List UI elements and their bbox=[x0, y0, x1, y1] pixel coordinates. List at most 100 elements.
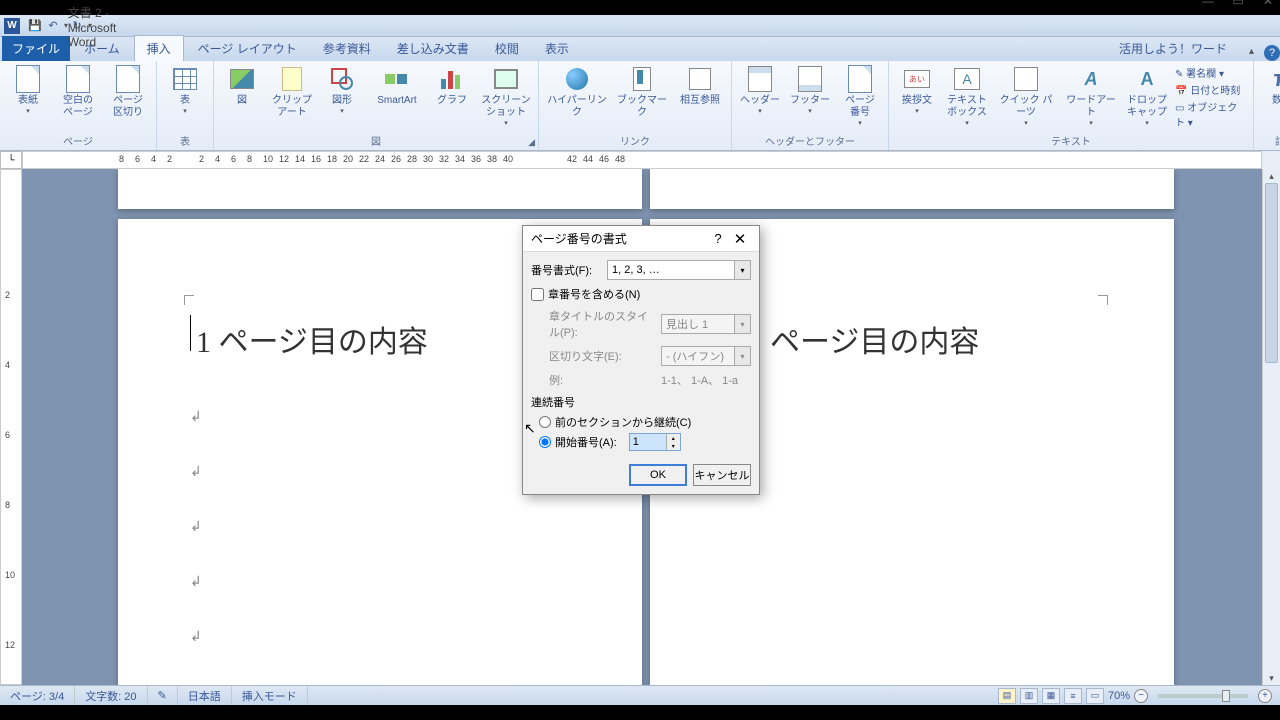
greeting-button[interactable]: あい挨拶文▾ bbox=[895, 63, 939, 115]
maximize-button[interactable]: ▭ bbox=[1230, 0, 1246, 9]
ribbon-tabs: ファイル ホーム 挿入 ページ レイアウト 参考資料 差し込み文書 校閲 表示 … bbox=[0, 37, 1280, 61]
picture-button[interactable]: 図 bbox=[220, 63, 264, 107]
chart-button[interactable]: グラフ bbox=[430, 63, 474, 107]
zoom-out-button[interactable]: − bbox=[1134, 689, 1148, 703]
status-insert-mode[interactable]: 挿入モード bbox=[232, 686, 308, 705]
wordart-button[interactable]: Aワードアート▾ bbox=[1063, 63, 1119, 127]
undo-button[interactable]: ↶ bbox=[44, 17, 62, 35]
group-symbols: π数式▾ Ω記号と 特殊文字▾ 記号と特殊文字 bbox=[1254, 61, 1280, 150]
separator-label: 区切り文字(E): bbox=[549, 348, 657, 364]
tab-references[interactable]: 参考資料 bbox=[311, 36, 383, 61]
page-number-button[interactable]: ページ 番号▾ bbox=[838, 63, 882, 127]
status-language[interactable]: 日本語 bbox=[178, 686, 232, 705]
help-icon[interactable]: ? bbox=[1264, 45, 1280, 61]
scroll-thumb[interactable] bbox=[1265, 183, 1278, 363]
object-button[interactable]: ▭ オブジェクト ▾ bbox=[1175, 99, 1247, 129]
spin-down-icon[interactable]: ▾ bbox=[667, 442, 680, 450]
ribbon: 表紙▾ 空白の ページ ページ 区切り ページ 表▾ 表 図 クリップ アート … bbox=[0, 61, 1280, 151]
group-links: ハイパーリンク ブックマーク 相互参照 リンク bbox=[539, 61, 732, 150]
status-page[interactable]: ページ: 3/4 bbox=[0, 686, 75, 705]
tab-review[interactable]: 校閲 bbox=[483, 36, 531, 61]
status-word-count[interactable]: 文字数: 20 bbox=[75, 686, 147, 705]
group-illustrations: 図 クリップ アート 図形▾ SmartArt グラフ スクリーン ショット▾ … bbox=[214, 61, 539, 150]
blank-page-button[interactable]: 空白の ページ bbox=[56, 63, 100, 119]
dropcap-button[interactable]: Aドロップ キャップ▾ bbox=[1125, 63, 1169, 127]
clipart-button[interactable]: クリップ アート bbox=[270, 63, 314, 119]
cover-page-button[interactable]: 表紙▾ bbox=[6, 63, 50, 115]
cancel-button[interactable]: キャンセル bbox=[693, 464, 751, 486]
text-cursor bbox=[190, 315, 191, 351]
ruler-row: └ 86422468101214161820222426283032343638… bbox=[0, 151, 1280, 169]
bookmark-button[interactable]: ブックマーク bbox=[615, 63, 669, 119]
scroll-down-icon[interactable]: ▾ bbox=[1263, 671, 1280, 685]
equation-button[interactable]: π数式▾ bbox=[1260, 63, 1280, 115]
group-illustrations-label: 図 bbox=[371, 133, 381, 148]
word-app-icon: W bbox=[4, 18, 20, 34]
zoom-percent[interactable]: 70% bbox=[1108, 690, 1130, 702]
header-button[interactable]: ヘッダー▾ bbox=[738, 63, 782, 115]
status-proof-icon[interactable]: ✎ bbox=[148, 686, 178, 705]
hyperlink-button[interactable]: ハイパーリンク bbox=[545, 63, 609, 119]
zoom-in-button[interactable]: + bbox=[1258, 689, 1272, 703]
number-format-label: 番号書式(F): bbox=[531, 262, 603, 278]
shapes-button[interactable]: 図形▾ bbox=[320, 63, 364, 115]
footer-button[interactable]: フッター▾ bbox=[788, 63, 832, 115]
minimize-button[interactable]: — bbox=[1200, 0, 1216, 9]
save-button[interactable]: 💾 bbox=[26, 17, 44, 35]
tab-page-layout[interactable]: ページ レイアウト bbox=[186, 36, 309, 61]
dialog-title: ページ番号の書式 bbox=[531, 230, 707, 247]
group-header-footer-label: ヘッダーとフッター bbox=[765, 133, 855, 148]
spin-up-icon[interactable]: ▴ bbox=[667, 434, 680, 442]
tab-addin[interactable]: 活用しよう！ワード bbox=[1107, 36, 1239, 61]
scroll-up-icon[interactable]: ▴ bbox=[1263, 169, 1280, 183]
dropdown-icon[interactable]: ▾ bbox=[734, 261, 750, 279]
include-chapter-checkbox[interactable]: 章番号を含める(N) bbox=[531, 286, 751, 302]
smartart-button[interactable]: SmartArt bbox=[370, 63, 424, 107]
tab-selector[interactable]: └ bbox=[0, 151, 22, 169]
signature-line-button[interactable]: ✎ 署名欄 ▾ bbox=[1175, 65, 1247, 80]
tab-view[interactable]: 表示 bbox=[533, 36, 581, 61]
status-bar: ページ: 3/4 文字数: 20 ✎ 日本語 挿入モード ▤ ▥ ▦ ≡ ▭ 7… bbox=[0, 685, 1280, 705]
zoom-slider[interactable] bbox=[1158, 694, 1248, 698]
datetime-button[interactable]: 📅 日付と時刻 bbox=[1175, 82, 1247, 97]
close-button[interactable]: ✕ bbox=[1260, 0, 1276, 9]
tab-file[interactable]: ファイル bbox=[2, 36, 70, 61]
view-print-layout-button[interactable]: ▤ bbox=[998, 688, 1016, 704]
start-at-spinner[interactable]: 1 ▴▾ bbox=[629, 433, 681, 451]
quick-access-toolbar: W 💾 ↶ ▾ ↻ ▾ 文書 2 - Microsoft Word — ▭ ✕ bbox=[0, 15, 1280, 37]
view-draft-button[interactable]: ▭ bbox=[1086, 688, 1104, 704]
page2-content: ページ目の内容 bbox=[770, 317, 979, 361]
chapter-style-select: 見出し 1▾ bbox=[661, 314, 751, 334]
chapter-style-label: 章タイトルのスタイル(P): bbox=[549, 308, 657, 340]
view-web-button[interactable]: ▦ bbox=[1042, 688, 1060, 704]
vertical-ruler[interactable]: 24681012 bbox=[0, 169, 22, 685]
example-value: 1-1、 1-A、 1-a bbox=[661, 372, 738, 388]
continue-previous-radio[interactable]: 前のセクションから継続(C) bbox=[539, 414, 751, 430]
view-outline-button[interactable]: ≡ bbox=[1064, 688, 1082, 704]
page-number-format-dialog: ページ番号の書式 ? ✕ 番号書式(F): 1, 2, 3, …▾ 章番号を含め… bbox=[522, 225, 760, 495]
number-format-select[interactable]: 1, 2, 3, …▾ bbox=[607, 260, 751, 280]
textbox-button[interactable]: Aテキスト ボックス▾ bbox=[945, 63, 989, 127]
table-button[interactable]: 表▾ bbox=[163, 63, 207, 115]
dialog-help-icon[interactable]: ? bbox=[707, 229, 729, 249]
tab-insert[interactable]: 挿入 bbox=[134, 35, 184, 61]
cross-reference-button[interactable]: 相互参照 bbox=[675, 63, 725, 107]
illustrations-launcher-icon[interactable]: ◢ bbox=[528, 137, 535, 148]
start-at-radio[interactable]: 開始番号(A): 1 ▴▾ bbox=[539, 433, 751, 451]
separator-select: - (ハイフン)▾ bbox=[661, 346, 751, 366]
screenshot-button[interactable]: スクリーン ショット▾ bbox=[480, 63, 532, 127]
tab-mailings[interactable]: 差し込み文書 bbox=[385, 36, 481, 61]
horizontal-ruler[interactable]: 8642246810121416182022242628303234363840… bbox=[22, 151, 1262, 169]
group-links-label: リンク bbox=[620, 133, 650, 148]
page-break-button[interactable]: ページ 区切り bbox=[106, 63, 150, 119]
dialog-titlebar[interactable]: ページ番号の書式 ? ✕ bbox=[523, 226, 759, 252]
group-symbols-label: 記号と特殊文字 bbox=[1275, 133, 1280, 148]
view-full-screen-button[interactable]: ▥ bbox=[1020, 688, 1038, 704]
ok-button[interactable]: OK bbox=[629, 464, 687, 486]
quickparts-button[interactable]: クイック パーツ▾ bbox=[995, 63, 1057, 127]
ribbon-minimize-icon[interactable]: ▴ bbox=[1241, 42, 1262, 61]
group-tables: 表▾ 表 bbox=[157, 61, 214, 150]
dialog-close-icon[interactable]: ✕ bbox=[729, 229, 751, 249]
vertical-scrollbar[interactable]: ▴ ▾ bbox=[1262, 169, 1280, 685]
window-title: 文書 2 - Microsoft Word bbox=[68, 4, 117, 49]
